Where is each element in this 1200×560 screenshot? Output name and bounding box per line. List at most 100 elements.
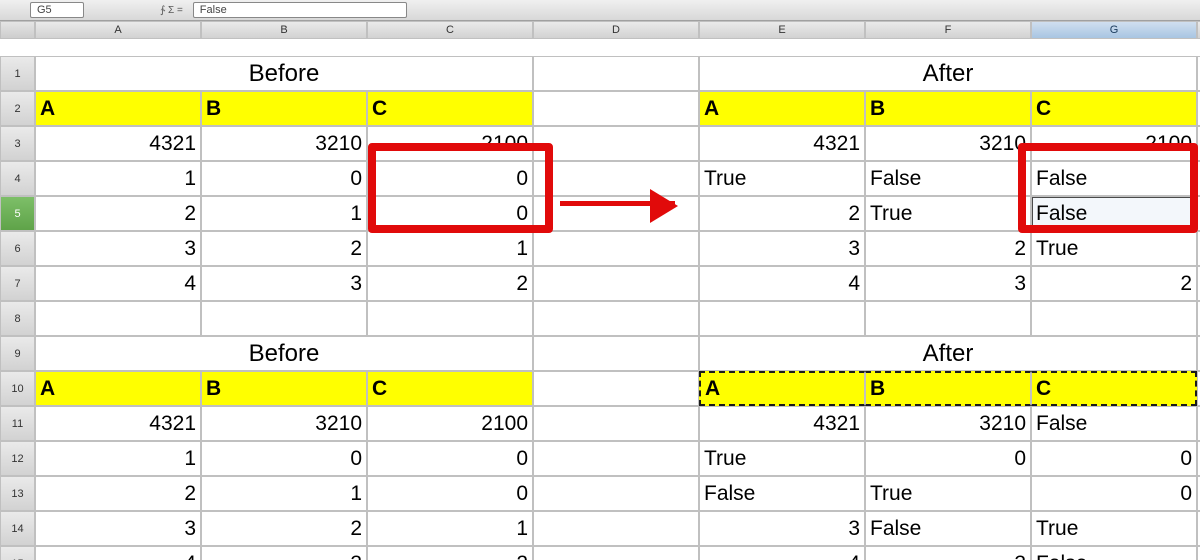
cell-D9[interactable] (533, 336, 699, 371)
cell-C15[interactable]: 2 (367, 546, 533, 560)
cell-E12[interactable]: True (699, 441, 865, 476)
cell-E10[interactable]: A (699, 371, 865, 406)
cell-A7[interactable]: 4 (35, 266, 201, 301)
cell-G15[interactable]: False (1031, 546, 1197, 560)
row-header-15[interactable]: 15 (0, 546, 35, 560)
cell-C7[interactable]: 2 (367, 266, 533, 301)
row-header-11[interactable]: 11 (0, 406, 35, 441)
cell-D2[interactable] (533, 91, 699, 126)
row-header-1[interactable]: 1 (0, 56, 35, 91)
cell-A11[interactable]: 4321 (35, 406, 201, 441)
row-header-6[interactable]: 6 (0, 231, 35, 266)
name-box[interactable]: G5 (30, 2, 84, 18)
row-header-12[interactable]: 12 (0, 441, 35, 476)
cell-E2[interactable]: A (699, 91, 865, 126)
cell-F2[interactable]: B (865, 91, 1031, 126)
row-header-7[interactable]: 7 (0, 266, 35, 301)
cell-A1[interactable]: Before (35, 56, 533, 91)
cell-A2[interactable]: A (35, 91, 201, 126)
cell-D15[interactable] (533, 546, 699, 560)
col-header-D[interactable]: D (533, 21, 699, 39)
row-header-2[interactable]: 2 (0, 91, 35, 126)
select-all-corner[interactable] (0, 21, 35, 39)
cell-F12[interactable]: 0 (865, 441, 1031, 476)
cell-C14[interactable]: 1 (367, 511, 533, 546)
cell-A6[interactable]: 3 (35, 231, 201, 266)
cell-B7[interactable]: 3 (201, 266, 367, 301)
col-header-C[interactable]: C (367, 21, 533, 39)
cell-B13[interactable]: 1 (201, 476, 367, 511)
cell-G12[interactable]: 0 (1031, 441, 1197, 476)
cell-D6[interactable] (533, 231, 699, 266)
cell-F14[interactable]: False (865, 511, 1031, 546)
cell-D3[interactable] (533, 126, 699, 161)
cell-D12[interactable] (533, 441, 699, 476)
cell-E7[interactable]: 4 (699, 266, 865, 301)
cell-B4[interactable]: 0 (201, 161, 367, 196)
cell-E3[interactable]: 4321 (699, 126, 865, 161)
cell-G11[interactable]: False (1031, 406, 1197, 441)
cell-D4[interactable] (533, 161, 699, 196)
cell-A4[interactable]: 1 (35, 161, 201, 196)
formula-icons[interactable]: ∱ Σ = (160, 5, 183, 16)
cell-C8[interactable] (367, 301, 533, 336)
cell-G2[interactable]: C (1031, 91, 1197, 126)
cell-E11[interactable]: 4321 (699, 406, 865, 441)
cell-F11[interactable]: 3210 (865, 406, 1031, 441)
cell-A9[interactable]: Before (35, 336, 533, 371)
cell-F5[interactable]: True (865, 196, 1031, 231)
cell-C13[interactable]: 0 (367, 476, 533, 511)
cell-D1[interactable] (533, 56, 699, 91)
cell-B14[interactable]: 2 (201, 511, 367, 546)
cell-B11[interactable]: 3210 (201, 406, 367, 441)
cell-A8[interactable] (35, 301, 201, 336)
cell-A12[interactable]: 1 (35, 441, 201, 476)
cell-G8[interactable] (1031, 301, 1197, 336)
cell-G3[interactable]: 2100 (1031, 126, 1197, 161)
cell-C11[interactable]: 2100 (367, 406, 533, 441)
cell-G10[interactable]: C (1031, 371, 1197, 406)
cell-E13[interactable]: False (699, 476, 865, 511)
cell-G13[interactable]: 0 (1031, 476, 1197, 511)
row-header-9[interactable]: 9 (0, 336, 35, 371)
cell-B12[interactable]: 0 (201, 441, 367, 476)
cell-G14[interactable]: True (1031, 511, 1197, 546)
cell-G6[interactable]: True (1031, 231, 1197, 266)
row-header-10[interactable]: 10 (0, 371, 35, 406)
cell-B2[interactable]: B (201, 91, 367, 126)
row-header-14[interactable]: 14 (0, 511, 35, 546)
cell-B10[interactable]: B (201, 371, 367, 406)
cell-D10[interactable] (533, 371, 699, 406)
cell-A15[interactable]: 4 (35, 546, 201, 560)
cell-D13[interactable] (533, 476, 699, 511)
col-header-E[interactable]: E (699, 21, 865, 39)
cell-F7[interactable]: 3 (865, 266, 1031, 301)
cell-A13[interactable]: 2 (35, 476, 201, 511)
cell-D11[interactable] (533, 406, 699, 441)
cell-A3[interactable]: 4321 (35, 126, 201, 161)
cell-F3[interactable]: 3210 (865, 126, 1031, 161)
cell-E14[interactable]: 3 (699, 511, 865, 546)
cell-C6[interactable]: 1 (367, 231, 533, 266)
cell-C10[interactable]: C (367, 371, 533, 406)
cell-F15[interactable]: 3 (865, 546, 1031, 560)
col-header-F[interactable]: F (865, 21, 1031, 39)
row-header-8[interactable]: 8 (0, 301, 35, 336)
cell-B8[interactable] (201, 301, 367, 336)
cell-E15[interactable]: 4 (699, 546, 865, 560)
cell-D14[interactable] (533, 511, 699, 546)
cell-F4[interactable]: False (865, 161, 1031, 196)
col-header-G[interactable]: G (1031, 21, 1197, 39)
cell-G7[interactable]: 2 (1031, 266, 1197, 301)
spreadsheet-grid[interactable]: A B C D E F G 1 Before After 2 A B C A B… (0, 21, 1200, 560)
cell-C4[interactable]: 0 (367, 161, 533, 196)
cell-E1[interactable]: After (699, 56, 1197, 91)
cell-F6[interactable]: 2 (865, 231, 1031, 266)
cell-F8[interactable] (865, 301, 1031, 336)
row-header-13[interactable]: 13 (0, 476, 35, 511)
cell-F10[interactable]: B (865, 371, 1031, 406)
cell-D5[interactable] (533, 196, 699, 231)
cell-E8[interactable] (699, 301, 865, 336)
col-header-A[interactable]: A (35, 21, 201, 39)
cell-B5[interactable]: 1 (201, 196, 367, 231)
